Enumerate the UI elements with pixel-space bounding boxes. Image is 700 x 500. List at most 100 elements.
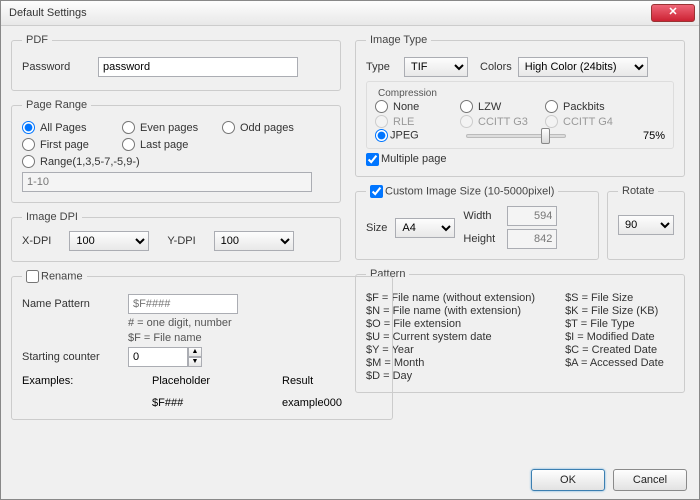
pattern-k: $K = File Size (KB) (565, 305, 664, 317)
type-label: Type (366, 61, 398, 73)
width-input[interactable] (507, 206, 557, 226)
rotate-select[interactable]: 90 (618, 215, 674, 235)
name-pattern-hint2: $F = File name (128, 332, 202, 344)
multiple-page-input[interactable] (366, 153, 379, 166)
radio-jpeg[interactable]: JPEG (375, 129, 460, 142)
ok-button[interactable]: OK (531, 469, 605, 491)
radio-jpeg-input[interactable] (375, 129, 388, 142)
custom-size-checkbox[interactable] (370, 185, 383, 198)
radio-lzw-input[interactable] (460, 100, 473, 113)
image-dpi-group: Image DPI X-DPI 100 Y-DPI 100 (11, 211, 341, 262)
width-label: Width (463, 210, 503, 222)
radio-ccittg4-input (545, 115, 558, 128)
pattern-help-group: Pattern $F = File name (without extensio… (355, 268, 685, 393)
image-size-group: Custom Image Size (10-5000pixel) Size A4… (355, 185, 599, 260)
result-header: Result (282, 375, 382, 387)
size-label: Size (366, 222, 387, 234)
pattern-t: $T = File Type (565, 318, 664, 330)
name-pattern-hint1: # = one digit, number (128, 317, 232, 329)
right-column: Image Type Type TIF Colors High Color (2… (355, 34, 685, 428)
pattern-i: $I = Modified Date (565, 331, 664, 343)
radio-packbits-input[interactable] (545, 100, 558, 113)
y-dpi-label: Y-DPI (167, 235, 195, 247)
image-size-legend[interactable]: Custom Image Size (10-5000pixel) (366, 185, 558, 198)
cancel-button[interactable]: Cancel (613, 469, 687, 491)
radio-last-page[interactable]: Last page (122, 138, 222, 151)
radio-all-pages[interactable]: All Pages (22, 121, 122, 134)
dialog-footer: OK Cancel (531, 469, 687, 491)
y-dpi-select[interactable]: 100 (214, 231, 294, 251)
type-select[interactable]: TIF (404, 57, 468, 77)
multiple-page-checkbox[interactable]: Multiple page (366, 153, 446, 165)
radio-ccittg3: CCITT G3 (460, 115, 545, 128)
pdf-legend: PDF (22, 34, 52, 46)
rename-legend[interactable]: Rename (22, 270, 87, 283)
colors-label: Colors (480, 61, 512, 73)
radio-none-input[interactable] (375, 100, 388, 113)
placeholder-value: $F### (152, 397, 252, 409)
radio-first-page-input[interactable] (22, 138, 35, 151)
jpeg-quality-slider[interactable] (466, 134, 566, 138)
rename-group: Rename Name Pattern # = one digit, numbe… (11, 270, 393, 420)
colors-select[interactable]: High Color (24bits) (518, 57, 648, 77)
left-column: PDF Password Page Range All Pages Even p… (11, 34, 341, 428)
x-dpi-label: X-DPI (22, 235, 51, 247)
radio-none[interactable]: None (375, 100, 460, 113)
pattern-c: $C = Created Date (565, 344, 664, 356)
placeholder-header: Placeholder (152, 375, 252, 387)
radio-range-input[interactable] (22, 155, 35, 168)
slider-thumb[interactable] (541, 128, 550, 144)
radio-packbits[interactable]: Packbits (545, 100, 630, 113)
password-input[interactable] (98, 57, 298, 77)
spin-up-icon[interactable]: ▲ (188, 347, 202, 357)
compression-legend: Compression (375, 88, 665, 99)
radio-ccittg4: CCITT G4 (545, 115, 630, 128)
radio-last-page-input[interactable] (122, 138, 135, 151)
rename-checkbox[interactable] (26, 270, 39, 283)
rotate-group: Rotate 90 (607, 185, 685, 260)
starting-counter-input[interactable] (128, 347, 188, 367)
dialog-window: Default Settings ✕ PDF Password Page Ran… (0, 0, 700, 500)
pdf-group: PDF Password (11, 34, 341, 91)
close-button[interactable]: ✕ (651, 4, 695, 22)
height-input[interactable] (507, 229, 557, 249)
image-dpi-legend: Image DPI (22, 211, 82, 223)
pattern-s: $S = File Size (565, 292, 664, 304)
result-value: example000 (282, 397, 382, 409)
rotate-legend: Rotate (618, 185, 658, 197)
range-input[interactable] (22, 172, 312, 192)
radio-ccittg3-input (460, 115, 473, 128)
compression-group: Compression None LZW Packbits RLE CCITT … (366, 81, 674, 149)
name-pattern-input[interactable] (128, 294, 238, 314)
radio-even-pages[interactable]: Even pages (122, 121, 222, 134)
size-select[interactable]: A4 (395, 218, 455, 238)
examples-row: Examples: Placeholder $F### Result examp… (22, 375, 382, 409)
radio-first-page[interactable]: First page (22, 138, 122, 151)
radio-rle: RLE (375, 115, 460, 128)
radio-all-pages-input[interactable] (22, 121, 35, 134)
x-dpi-select[interactable]: 100 (69, 231, 149, 251)
titlebar: Default Settings ✕ (1, 1, 699, 26)
radio-even-pages-input[interactable] (122, 121, 135, 134)
starting-counter-spinner[interactable]: ▲▼ (128, 347, 202, 367)
starting-counter-label: Starting counter (22, 351, 122, 363)
radio-odd-pages-input[interactable] (222, 121, 235, 134)
page-range-legend: Page Range (22, 99, 91, 111)
window-title: Default Settings (5, 7, 651, 19)
page-range-options: All Pages Even pages Odd pages First pag… (22, 119, 330, 153)
image-type-group: Image Type Type TIF Colors High Color (2… (355, 34, 685, 177)
password-label: Password (22, 61, 92, 73)
radio-range[interactable]: Range(1,3,5-7,-5,9-) (22, 155, 172, 168)
radio-odd-pages[interactable]: Odd pages (222, 121, 322, 134)
pattern-a: $A = Accessed Date (565, 357, 664, 369)
image-type-legend: Image Type (366, 34, 431, 46)
radio-lzw[interactable]: LZW (460, 100, 545, 113)
jpeg-quality-value: 75% (643, 130, 665, 142)
spin-down-icon[interactable]: ▼ (188, 357, 202, 367)
height-label: Height (463, 233, 503, 245)
name-pattern-label: Name Pattern (22, 298, 122, 310)
page-range-group: Page Range All Pages Even pages Odd page… (11, 99, 341, 203)
examples-label: Examples: (22, 375, 122, 409)
radio-rle-input (375, 115, 388, 128)
content-area: PDF Password Page Range All Pages Even p… (1, 26, 699, 436)
